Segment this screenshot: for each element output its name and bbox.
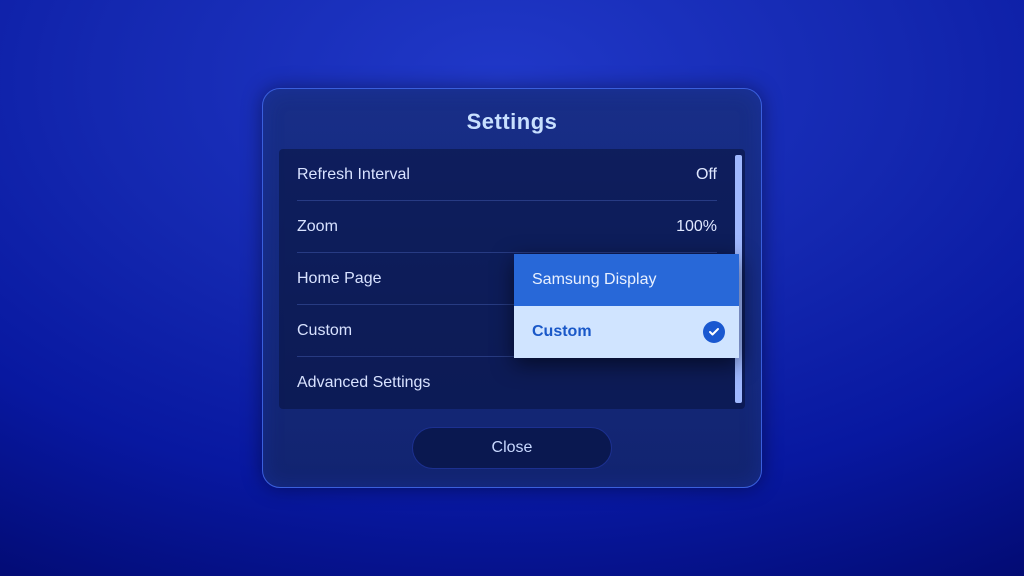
close-wrap: Close <box>279 427 745 469</box>
row-label: Home Page <box>297 270 382 288</box>
row-label: Advanced Settings <box>297 374 430 392</box>
row-value: Off <box>696 166 717 184</box>
dropdown-option-label: Samsung Display <box>532 271 657 289</box>
dialog-title: Settings <box>279 103 745 149</box>
row-label: Custom <box>297 322 352 340</box>
close-button[interactable]: Close <box>412 427 612 469</box>
row-value: 100% <box>676 218 717 236</box>
row-label: Refresh Interval <box>297 166 410 184</box>
settings-dialog: Settings Refresh Interval Off Zoom 100% … <box>262 88 762 488</box>
row-zoom[interactable]: Zoom 100% <box>297 201 717 253</box>
dropdown-option-samsung-display[interactable]: Samsung Display <box>514 254 739 306</box>
dropdown-option-custom[interactable]: Custom <box>514 306 739 358</box>
row-refresh-interval[interactable]: Refresh Interval Off <box>297 149 717 201</box>
row-advanced-settings[interactable]: Advanced Settings <box>297 357 717 409</box>
home-page-dropdown: Samsung Display Custom <box>514 254 739 358</box>
dropdown-option-label: Custom <box>532 323 592 341</box>
check-icon <box>703 321 725 343</box>
row-label: Zoom <box>297 218 338 236</box>
